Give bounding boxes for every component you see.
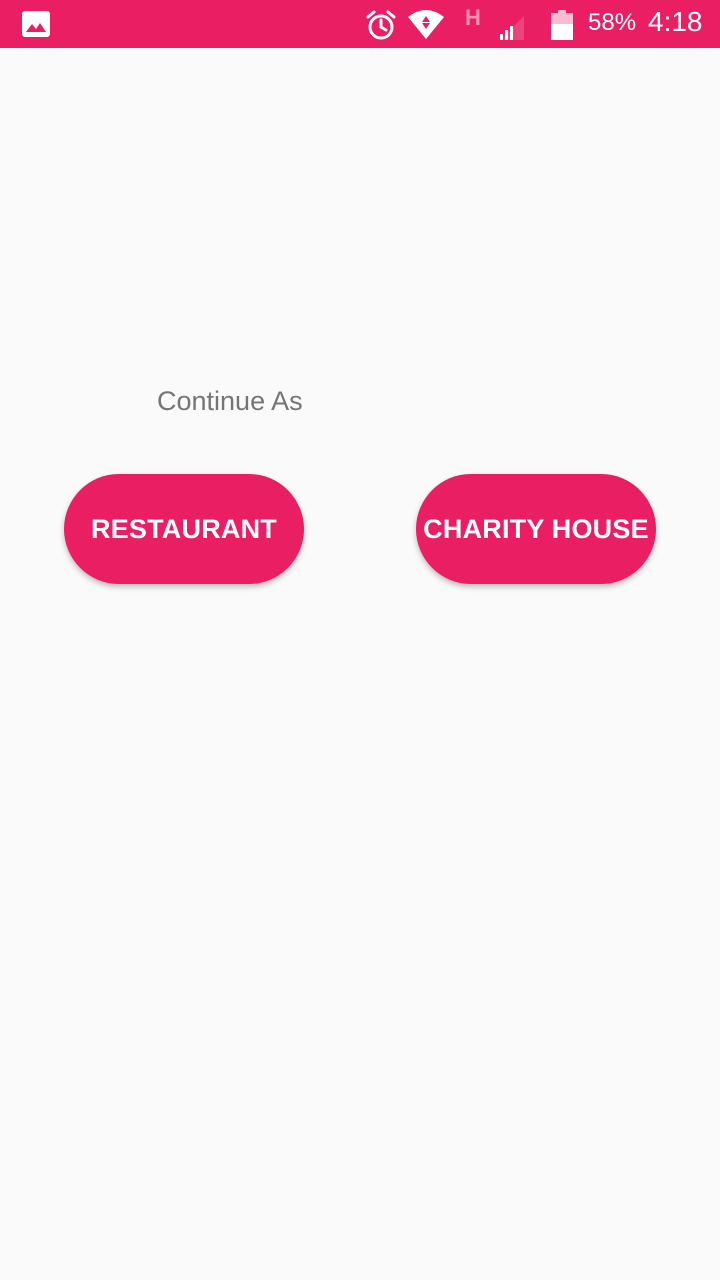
restaurant-button-label: RESTAURANT xyxy=(91,513,277,544)
continue-as-label: Continue As xyxy=(157,386,303,416)
network-type-label: H xyxy=(465,5,481,30)
status-bar: H 58% 4:18 xyxy=(0,0,720,48)
signal-icon xyxy=(500,16,524,40)
battery-percent: 58% xyxy=(588,9,637,36)
wifi-icon xyxy=(408,10,444,39)
battery-icon xyxy=(551,10,573,40)
gallery-icon xyxy=(22,11,50,37)
charity-house-button-label: CHARITY HOUSE xyxy=(423,513,649,544)
alarm-icon xyxy=(366,10,396,40)
restaurant-button[interactable]: RESTAURANT xyxy=(64,474,304,584)
clock: 4:18 xyxy=(648,6,703,37)
charity-house-button[interactable]: CHARITY HOUSE xyxy=(416,474,656,584)
main-content xyxy=(0,48,720,1280)
